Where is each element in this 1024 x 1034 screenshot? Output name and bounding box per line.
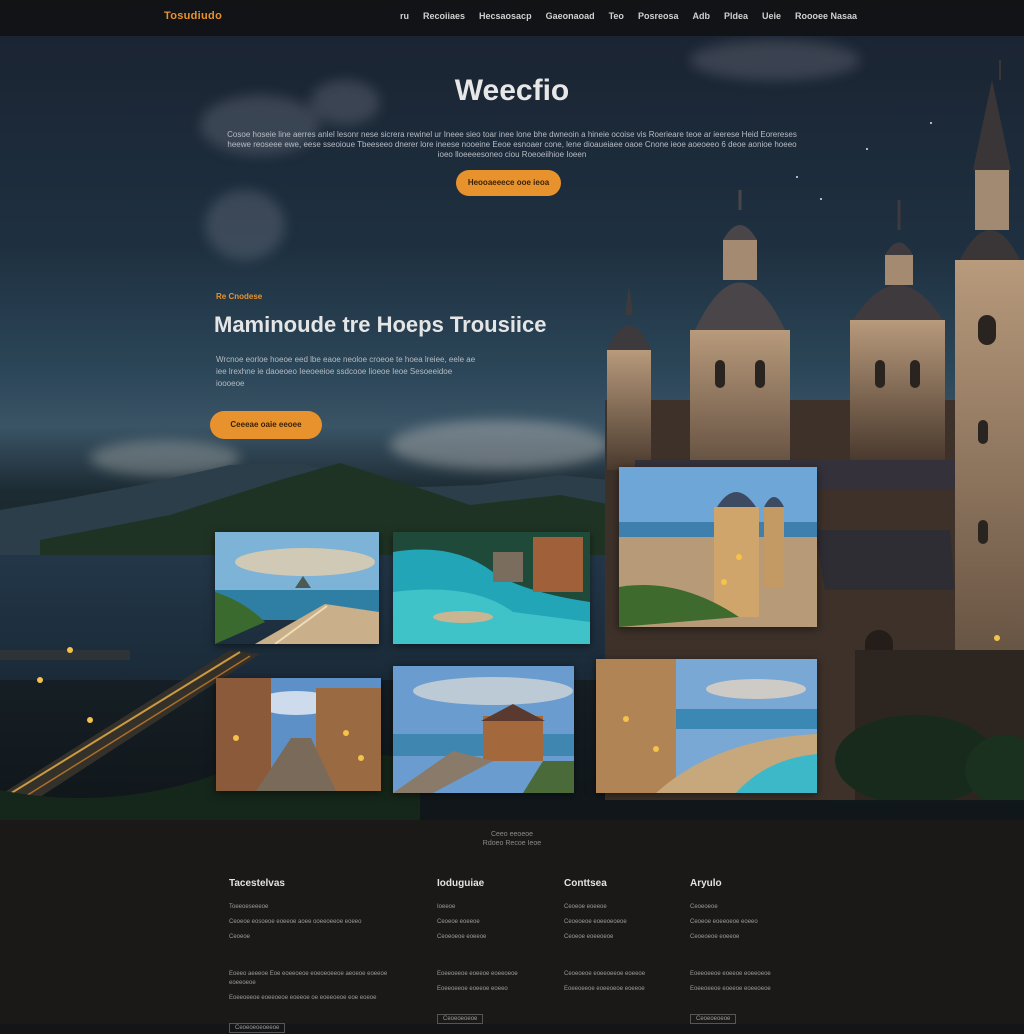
footer-link[interactable]: Ceoeoeoeoe (690, 1014, 737, 1024)
coastal-road-image (215, 532, 379, 644)
nav-link-7[interactable]: Adb (692, 11, 710, 21)
footer-brand-line-1: Ceeo eeoeoe (490, 831, 534, 838)
footer-text: Ceoeoeoe eoeeoeeoe eoeeoe (564, 971, 646, 977)
footer-text: Eoeeoeeoe eoeeoeoe eoeeoe oe eoeeoeoe eo… (229, 995, 377, 1001)
seaside-chapel-image (393, 666, 574, 793)
top-navigation: Tosudiudo ru Recoiiaes Hecsaosacp Gaeona… (0, 0, 1024, 36)
footer-text: Ceoeoe eoeeoe (437, 919, 480, 925)
gallery-card-promenade-bay[interactable] (596, 659, 817, 793)
hero-title: Weecfio (454, 74, 570, 107)
nav-link-9[interactable]: Ueie (762, 11, 781, 21)
feature-description: Wrcnoe eorloe hoeoe eed lbe eaoe neoloe … (216, 355, 476, 388)
footer-link[interactable]: Ceoeoeoeoeeoe (229, 1023, 286, 1033)
feature-cta-button[interactable]: Ceeeae oaie eeoee (210, 411, 322, 439)
nav-links: ru Recoiiaes Hecsaosacp Gaeonaoad Teo Po… (400, 11, 871, 21)
nav-link-2[interactable]: Recoiiaes (423, 11, 465, 21)
gallery-card-coastal-road[interactable] (215, 532, 379, 644)
footer-text: Ceoeoeoe eoeeoeoeoe (564, 919, 627, 925)
nav-link-5[interactable]: Teo (609, 11, 624, 21)
gallery-card-domed-church[interactable] (619, 467, 817, 627)
footer-column-2: Ioduguiae Ioeeoe Ceoeoe eoeeoe Ceoeoeoe … (437, 878, 547, 1025)
footer-text: Ceoeoeoe eoeeoe (690, 934, 740, 940)
footer-text: Ioeeoe (437, 904, 456, 910)
footer-column-title: Conttsea (564, 878, 607, 889)
nav-link-1[interactable]: ru (400, 11, 409, 21)
footer-text: Ceoeoe eosoeoe eoeeoe aoee ooeeoeeoe eoe… (229, 919, 362, 925)
nav-link-3[interactable]: Hecsaosacp (479, 11, 532, 21)
footer-text: Eoeeoeeoe eoeeoe eoeeo (437, 986, 508, 992)
footer-text: Eoeeo aeeeoe Eoe eoeeoeoe eoeoeoeeoe aeo… (229, 971, 388, 986)
footer-text: Ceoeoeoe eoeeoe (437, 934, 487, 940)
footer-text: Ceoeoe eoeeoeoe eoeeo (690, 919, 758, 925)
nav-link-8[interactable]: Pldea (724, 11, 748, 21)
footer-column-title: Ioduguiae (437, 878, 485, 889)
promenade-bay-image (596, 659, 817, 793)
nav-link-10[interactable]: Roooee Nasaa (795, 11, 857, 21)
gallery-card-seaside-chapel[interactable] (393, 666, 574, 793)
footer-text: Ceoeoe eoeeoe (564, 904, 607, 910)
cloud-decoration (205, 190, 285, 260)
footer-brand-line-2: Rdoeo Recoe Ieoe (482, 840, 542, 847)
footer-text: Ceoeoe eoeeoeoe (564, 934, 614, 940)
footer-text: Eoeeoeeoe eoeeoe eoeeoeoe (437, 971, 518, 977)
footer-text: Toeeoeseeeoe (229, 904, 269, 910)
footer-column-3: Conttsea Ceoeoe eoeeoe Ceoeoeoe eoeeoeoe… (564, 878, 674, 1000)
footer-column-title: Tacestelvas (229, 878, 285, 889)
domed-church-image (619, 467, 817, 627)
footer-text: Ceoeoeoe (690, 904, 718, 910)
nav-link-4[interactable]: Gaeonaoad (546, 11, 595, 21)
footer-text: Ceoeoe (229, 934, 251, 940)
gallery-card-harbor-lagoon[interactable] (393, 532, 590, 644)
site-logo[interactable]: Tosudiudo (164, 10, 222, 22)
feature-title: Maminoude tre Hoeps Trousiice (214, 312, 547, 337)
footer-column-title: Aryulo (690, 878, 722, 889)
footer-link[interactable]: Ceoeoeoeoe (437, 1014, 484, 1024)
gallery-card-old-town-street[interactable] (216, 678, 381, 791)
nav-link-6[interactable]: Posreosa (638, 11, 679, 21)
footer-brand: Ceeo eeoeoe Rdoeo Recoe Ieoe (0, 830, 1024, 848)
feature-eyebrow: Re Cnodese (216, 292, 263, 301)
hero-description: Cosoe hoseie line aerres anlel lesonr ne… (227, 130, 797, 159)
footer-text: Eoeeoeeoe eoeeoe eoeeoeoe (690, 986, 771, 992)
footer-column-1: Tacestelvas Toeeoeseeeoe Ceoeoe eosoeoe … (229, 878, 399, 1034)
harbor-lagoon-image (393, 532, 590, 644)
footer-text: Eoeeoeeoe eoeeoe eoeeoeoe (690, 971, 771, 977)
footer-column-4: Aryulo Ceoeoeoe Ceoeoe eoeeoeoe eoeeo Ce… (690, 878, 800, 1025)
hero-cta-button[interactable]: Heooaeeece ooe ieoa (456, 170, 561, 196)
footer-text: Eoeeoeeoe eoeeoeoe eoeeoe (564, 986, 645, 992)
old-town-street-image (216, 678, 381, 791)
